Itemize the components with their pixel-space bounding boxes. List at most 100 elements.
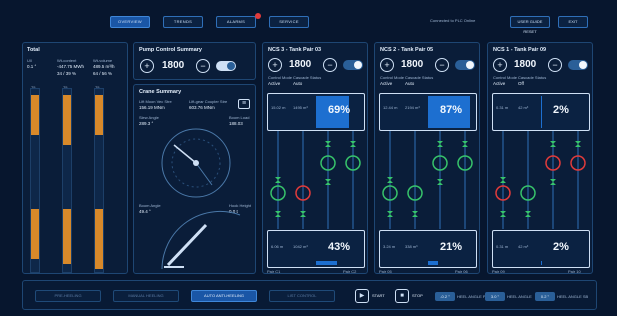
heel-sb-value: 0.2 ° <box>535 292 555 301</box>
start-button[interactable]: ▶ START <box>355 287 395 305</box>
top-percent: 69% <box>328 104 351 116</box>
total-col3-value: 489.5 m³/h <box>93 64 115 69</box>
top-level: 15.02 m <box>271 105 286 110</box>
auto-anti-heeling-button[interactable]: AUTO ANTI-HEELING <box>191 290 257 302</box>
tank-title: NCS 1 - Tank Pair 09 <box>493 47 547 53</box>
crane-col2-label: Lift-gear Coupler Stre <box>189 99 228 104</box>
ctrl-dir-label: Cascade Status <box>405 75 434 80</box>
pair-left-label: Pair 09 <box>492 269 505 274</box>
connection-status: Connected to PLC Online <box>430 18 476 23</box>
tank-bottom-box: 6.06 m 1042 m³ 43% <box>267 230 365 268</box>
pump-control-panel: Pump Control Summary + 1800 − <box>133 42 256 80</box>
pre-heeling-button[interactable]: PRE-HEELING <box>35 290 101 302</box>
piping-diagram <box>270 131 361 229</box>
pair-right-label: Pair 06 <box>455 269 468 274</box>
top-volume: 42 m³ <box>518 105 529 110</box>
decrease-button[interactable]: − <box>323 58 337 72</box>
tab-overview[interactable]: OVERVIEW <box>110 16 150 28</box>
app-root: OVERVIEW TRENDS ALARMS SERVICE Connected… <box>0 0 617 316</box>
crane-title: Crane Summary <box>139 89 182 95</box>
gauge-column-1 <box>30 88 40 273</box>
ctrl-dir-label: Cascade Status <box>518 75 547 80</box>
tank-title: NCS 3 - Tank Pair 03 <box>268 47 322 53</box>
top-fill <box>541 96 542 128</box>
pair-left-label: Pair 05 <box>379 269 392 274</box>
pump-setpoint: 1800 <box>162 60 185 71</box>
bottom-percent: 21% <box>440 241 463 253</box>
ctrl-mode-label: Control Mode <box>380 75 405 80</box>
bottom-fill <box>428 261 438 265</box>
bottom-fill <box>316 261 337 265</box>
heel-ps-label: HEEL ANGLE PS <box>457 294 489 299</box>
tab-trends[interactable]: TRENDS <box>163 16 203 28</box>
decrease-button[interactable]: + <box>140 59 154 73</box>
tank-bottom-box: 3.24 m 338 m³ 21% <box>379 230 477 268</box>
tank-toggle[interactable] <box>568 60 588 70</box>
stop-button[interactable]: ■ STOP <box>395 287 431 305</box>
crane-settings-icon[interactable]: ≡ <box>238 99 250 109</box>
total-col1-label: Ull <box>27 58 32 63</box>
ctrl-mode-value: Active <box>380 81 393 86</box>
play-icon: ▶ <box>355 289 369 303</box>
tank-setpoint: 1800 <box>401 59 424 70</box>
total-col3-label: Wt-volume <box>93 58 113 63</box>
exit-button[interactable]: EXIT <box>558 16 588 28</box>
decrease-button[interactable]: − <box>548 58 562 72</box>
increase-button[interactable]: + <box>493 58 507 72</box>
user-guide-button[interactable]: USER GUIDE RESET <box>510 16 550 34</box>
crane-col1-label: Lift Moon Vec Stre <box>139 99 172 104</box>
increase-button[interactable]: + <box>268 58 282 72</box>
top-level: 12.44 m <box>383 105 398 110</box>
pair-right-label: Pair 10 <box>568 269 581 274</box>
top-bar: OVERVIEW TRENDS ALARMS SERVICE Connected… <box>0 0 617 38</box>
tank-top-box: 15.02 m 1495 m³ 69% <box>267 93 365 131</box>
total-col2-label: Wt-content <box>57 58 77 63</box>
heel-ps-value: -0.2 ° <box>435 292 455 301</box>
total-line3: 64 / 56 % <box>93 71 113 76</box>
increase-button[interactable]: + <box>380 58 394 72</box>
ctrl-mode-label: Control Mode <box>493 75 518 80</box>
tank-top-box: 0.31 m 42 m³ 2% <box>492 93 590 131</box>
heel-sb-label: HEEL ANGLE SB <box>557 294 589 299</box>
top-level: 0.31 m <box>496 105 509 110</box>
tab-service[interactable]: SERVICE <box>269 16 309 28</box>
tank-toggle[interactable] <box>455 60 475 70</box>
top-percent: 87% <box>440 104 463 116</box>
crane-col2-value: 603.76 MNm <box>189 105 215 110</box>
bottom-percent: 43% <box>328 241 351 253</box>
tank-title: NCS 2 - Tank Pair 05 <box>380 47 434 53</box>
bottom-volume: 1042 m³ <box>293 244 308 249</box>
pump-toggle[interactable] <box>216 61 236 71</box>
boom-dial-icon <box>161 210 241 270</box>
slew-label: Slew Angle <box>139 115 159 120</box>
top-percent: 2% <box>553 104 569 116</box>
tab-alarms[interactable]: ALARMS <box>216 16 256 28</box>
decrease-button[interactable]: − <box>196 59 210 73</box>
pair-right-label: Pair C2 <box>343 269 357 274</box>
manual-heeling-button[interactable]: MANUAL HEELING <box>113 290 179 302</box>
bottom-percent: 2% <box>553 241 569 253</box>
bottom-volume: 42 m³ <box>518 244 529 249</box>
total-col1-value: 0.1 ° <box>27 64 37 69</box>
ctrl-mode-value: Active <box>493 81 506 86</box>
bottom-volume: 338 m³ <box>405 244 418 249</box>
stop-icon: ■ <box>395 289 409 303</box>
start-label: START <box>372 293 385 298</box>
tank-bottom-box: 0.31 m 42 m³ 2% <box>492 230 590 268</box>
decrease-button[interactable]: − <box>435 58 449 72</box>
list-control-button[interactable]: LIST CONTROL <box>269 290 335 302</box>
top-volume: 2194 m³ <box>405 105 420 110</box>
stop-label: STOP <box>412 293 423 298</box>
tank-toggle[interactable] <box>343 60 363 70</box>
crane-panel: Crane Summary Lift Moon Vec Stre 156.19 … <box>133 84 256 274</box>
total-col2-value: -447.75 MWh <box>57 64 85 69</box>
crane-col1-value: 156.19 MNm <box>139 105 165 110</box>
gauge-column-3 <box>94 88 104 273</box>
piping-diagram <box>495 131 586 229</box>
tank-setpoint: 1800 <box>514 59 537 70</box>
ctrl-mode-value: Active <box>268 81 281 86</box>
piping-diagram <box>382 131 473 229</box>
heel-label: HEEL ANGLE <box>507 294 532 299</box>
total-line2: 34 / 39 % <box>57 71 77 76</box>
ctrl-dir-value: Auto <box>405 81 415 86</box>
